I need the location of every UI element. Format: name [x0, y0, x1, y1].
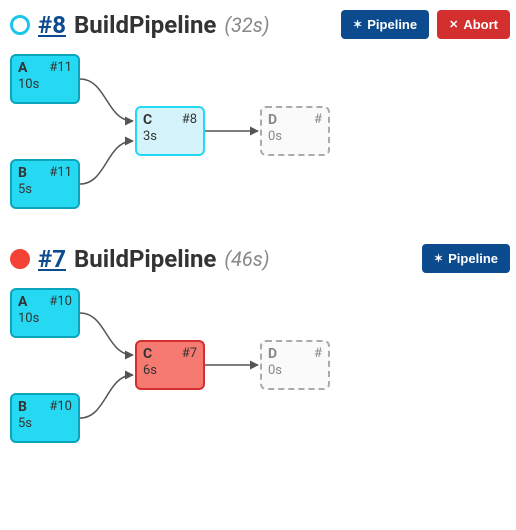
pipeline-graph: A #10 10s B #10 5s C #7 6s D # 0s — [10, 288, 350, 448]
job-run-number: # — [314, 112, 322, 128]
job-duration: 0s — [268, 129, 322, 144]
job-name: C — [143, 112, 152, 128]
pipeline-header: #7 BuildPipeline (46s) ✶ Pipeline — [10, 244, 510, 273]
pipeline-graph: A #11 10s B #11 5s C #8 3s D # 0s — [10, 54, 350, 214]
job-name: D — [268, 112, 277, 128]
job-node-d[interactable]: D # 0s — [260, 106, 330, 156]
pipeline-button-label: Pipeline — [448, 251, 498, 266]
pipeline-duration: (32s) — [224, 13, 269, 37]
job-run-number: #11 — [49, 60, 72, 76]
pipeline-button[interactable]: ✶ Pipeline — [422, 244, 510, 273]
pipeline-button-label: Pipeline — [367, 17, 417, 32]
job-run-number: #10 — [49, 399, 72, 415]
pipeline: #8 BuildPipeline (32s) ✶ Pipeline ✕ Abort A #1… — [10, 10, 510, 214]
job-name: C — [143, 346, 152, 362]
close-icon: ✕ — [449, 18, 458, 31]
job-duration: 5s — [18, 182, 72, 197]
shuffle-icon: ✶ — [434, 252, 443, 265]
pipeline-duration: (46s) — [224, 247, 269, 271]
pipeline-name: BuildPipeline — [74, 11, 216, 39]
job-duration: 10s — [18, 77, 72, 92]
job-name: A — [18, 294, 27, 310]
abort-button-label: Abort — [463, 17, 498, 32]
run-link[interactable]: #7 — [38, 245, 66, 273]
job-run-number: #8 — [182, 112, 197, 128]
shuffle-icon: ✶ — [353, 18, 362, 31]
run-link[interactable]: #8 — [38, 11, 66, 39]
abort-button[interactable]: ✕ Abort — [437, 10, 510, 39]
job-node-a[interactable]: A #11 10s — [10, 54, 80, 104]
job-name: B — [18, 399, 27, 415]
job-run-number: # — [314, 346, 322, 362]
job-node-b[interactable]: B #11 5s — [10, 159, 80, 209]
status-running-icon — [10, 15, 30, 35]
pipeline-button[interactable]: ✶ Pipeline — [341, 10, 429, 39]
job-node-c[interactable]: C #7 6s — [135, 340, 205, 390]
job-duration: 10s — [18, 311, 72, 326]
job-run-number: #11 — [49, 165, 72, 181]
job-duration: 6s — [143, 363, 197, 378]
job-node-d[interactable]: D # 0s — [260, 340, 330, 390]
pipeline: #7 BuildPipeline (46s) ✶ Pipeline A #10 10s … — [10, 244, 510, 448]
job-node-a[interactable]: A #10 10s — [10, 288, 80, 338]
job-name: D — [268, 346, 277, 362]
job-duration: 0s — [268, 363, 322, 378]
job-node-b[interactable]: B #10 5s — [10, 393, 80, 443]
job-name: B — [18, 165, 27, 181]
job-node-c[interactable]: C #8 3s — [135, 106, 205, 156]
pipeline-name: BuildPipeline — [74, 245, 216, 273]
job-duration: 5s — [18, 416, 72, 431]
pipeline-header: #8 BuildPipeline (32s) ✶ Pipeline ✕ Abort — [10, 10, 510, 39]
job-run-number: #7 — [182, 346, 197, 362]
job-duration: 3s — [143, 129, 197, 144]
status-failed-icon — [10, 249, 30, 269]
job-name: A — [18, 60, 27, 76]
job-run-number: #10 — [49, 294, 72, 310]
